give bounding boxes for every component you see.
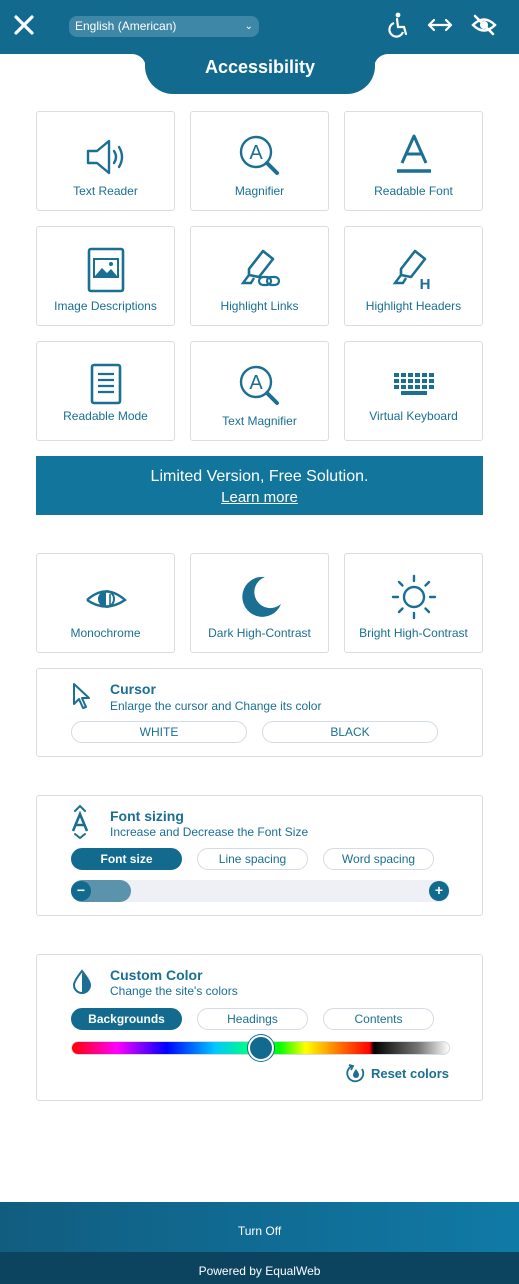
feature-label: Magnifier	[234, 184, 285, 198]
keyboard-icon	[393, 373, 434, 395]
feature-image-descriptions[interactable]: Image Descriptions	[36, 226, 175, 326]
language-select[interactable]: English (American) ⌄	[69, 16, 259, 37]
feature-label: Bright High-Contrast	[359, 626, 468, 640]
feature-highlight-links[interactable]: Highlight Links	[190, 226, 329, 326]
contrast-monochrome[interactable]: Monochrome	[36, 553, 175, 653]
decrease-button[interactable]: −	[71, 881, 91, 901]
feature-text-reader[interactable]: Text Reader	[36, 111, 175, 211]
image-icon	[87, 247, 124, 293]
hide-eye-icon[interactable]	[470, 11, 498, 39]
limited-version-banner: Limited Version, Free Solution. Learn mo…	[36, 456, 483, 515]
feature-label: Monochrome	[70, 626, 141, 640]
turn-off-button[interactable]: Turn Off	[0, 1202, 519, 1252]
tab-backgrounds[interactable]: Backgrounds	[71, 1008, 182, 1030]
title-tab-corner-right	[374, 54, 388, 68]
reset-colors-button[interactable]: Reset colors	[346, 1063, 449, 1083]
feature-label: Dark High-Contrast	[208, 626, 311, 640]
cursor-arrow-icon	[73, 683, 90, 709]
feature-label: Readable Font	[374, 184, 453, 198]
sun-icon	[391, 574, 436, 620]
document-icon	[90, 363, 121, 405]
color-slider-thumb[interactable]	[248, 1035, 274, 1061]
contrast-dark[interactable]: Dark High-Contrast	[190, 553, 329, 653]
svg-text:H: H	[419, 276, 430, 293]
droplet-icon	[72, 969, 92, 994]
feature-label: Image Descriptions	[54, 299, 157, 313]
reset-icon	[346, 1064, 365, 1083]
tab-headings[interactable]: Headings	[197, 1008, 308, 1030]
tab-word-spacing[interactable]: Word spacing	[323, 848, 434, 870]
custom-color-panel: Custom Color Change the site's colors Ba…	[36, 954, 483, 1101]
magnifier-icon: A	[239, 135, 279, 175]
banner-title: Limited Version, Free Solution.	[150, 468, 369, 485]
feature-readable-font[interactable]: Readable Font	[344, 111, 483, 211]
panel-title: Custom Color	[110, 967, 203, 983]
svg-text:A: A	[249, 372, 263, 394]
highlight-links-icon	[240, 249, 280, 287]
feature-label: Highlight Links	[220, 299, 299, 313]
language-value: English (American)	[75, 19, 177, 33]
panel-subtitle: Enlarge the cursor and Change its color	[110, 699, 322, 713]
tab-line-spacing[interactable]: Line spacing	[197, 848, 308, 870]
powered-by: Powered by EqualWeb	[0, 1252, 519, 1284]
monochrome-eye-icon	[85, 590, 127, 608]
cursor-white-button[interactable]: WHITE	[71, 721, 247, 743]
feature-readable-mode[interactable]: Readable Mode	[36, 341, 175, 441]
font-sizing-panel: Font sizing Increase and Decrease the Fo…	[36, 795, 483, 916]
panel-title: Cursor	[110, 681, 156, 697]
cursor-black-button[interactable]: BLACK	[262, 721, 438, 743]
cursor-panel: Cursor Enlarge the cursor and Change its…	[36, 668, 483, 757]
tab-font-size[interactable]: Font size	[71, 848, 182, 870]
feature-virtual-keyboard[interactable]: Virtual Keyboard	[344, 341, 483, 441]
feature-magnifier[interactable]: A Magnifier	[190, 111, 329, 211]
font-icon	[396, 134, 431, 173]
feature-label: Highlight Headers	[365, 299, 462, 313]
svg-text:A: A	[249, 142, 263, 164]
feature-label: Text Magnifier	[222, 414, 297, 428]
title-tab-corner-left	[132, 54, 146, 68]
feature-label: Virtual Keyboard	[369, 409, 458, 423]
feature-label: Text Reader	[73, 184, 138, 198]
feature-text-magnifier[interactable]: A Text Magnifier	[190, 341, 329, 441]
panel-subtitle: Increase and Decrease the Font Size	[110, 825, 309, 839]
learn-more-link[interactable]: Learn more	[36, 489, 483, 506]
chevron-down-icon: ⌄	[244, 21, 253, 32]
close-icon[interactable]	[12, 13, 36, 37]
tab-contents[interactable]: Contents	[323, 1008, 434, 1030]
resize-arrows-icon[interactable]	[426, 11, 454, 39]
font-size-slider[interactable]	[71, 880, 450, 902]
feature-label: Readable Mode	[63, 409, 148, 423]
page-title: Accessibility	[145, 44, 375, 94]
increase-button[interactable]: +	[429, 881, 449, 901]
panel-subtitle: Change the site's colors	[110, 984, 238, 998]
wheelchair-icon[interactable]	[384, 11, 412, 39]
contrast-bright[interactable]: Bright High-Contrast	[344, 553, 483, 653]
reset-colors-label: Reset colors	[370, 1065, 449, 1081]
panel-title: Font sizing	[110, 808, 184, 824]
speaker-icon	[86, 139, 123, 175]
font-size-icon	[71, 804, 89, 840]
feature-highlight-headers[interactable]: H Highlight Headers	[344, 226, 483, 326]
highlight-headers-icon: H	[392, 249, 430, 293]
text-magnifier-icon: A	[239, 365, 279, 405]
moon-icon	[241, 576, 281, 617]
